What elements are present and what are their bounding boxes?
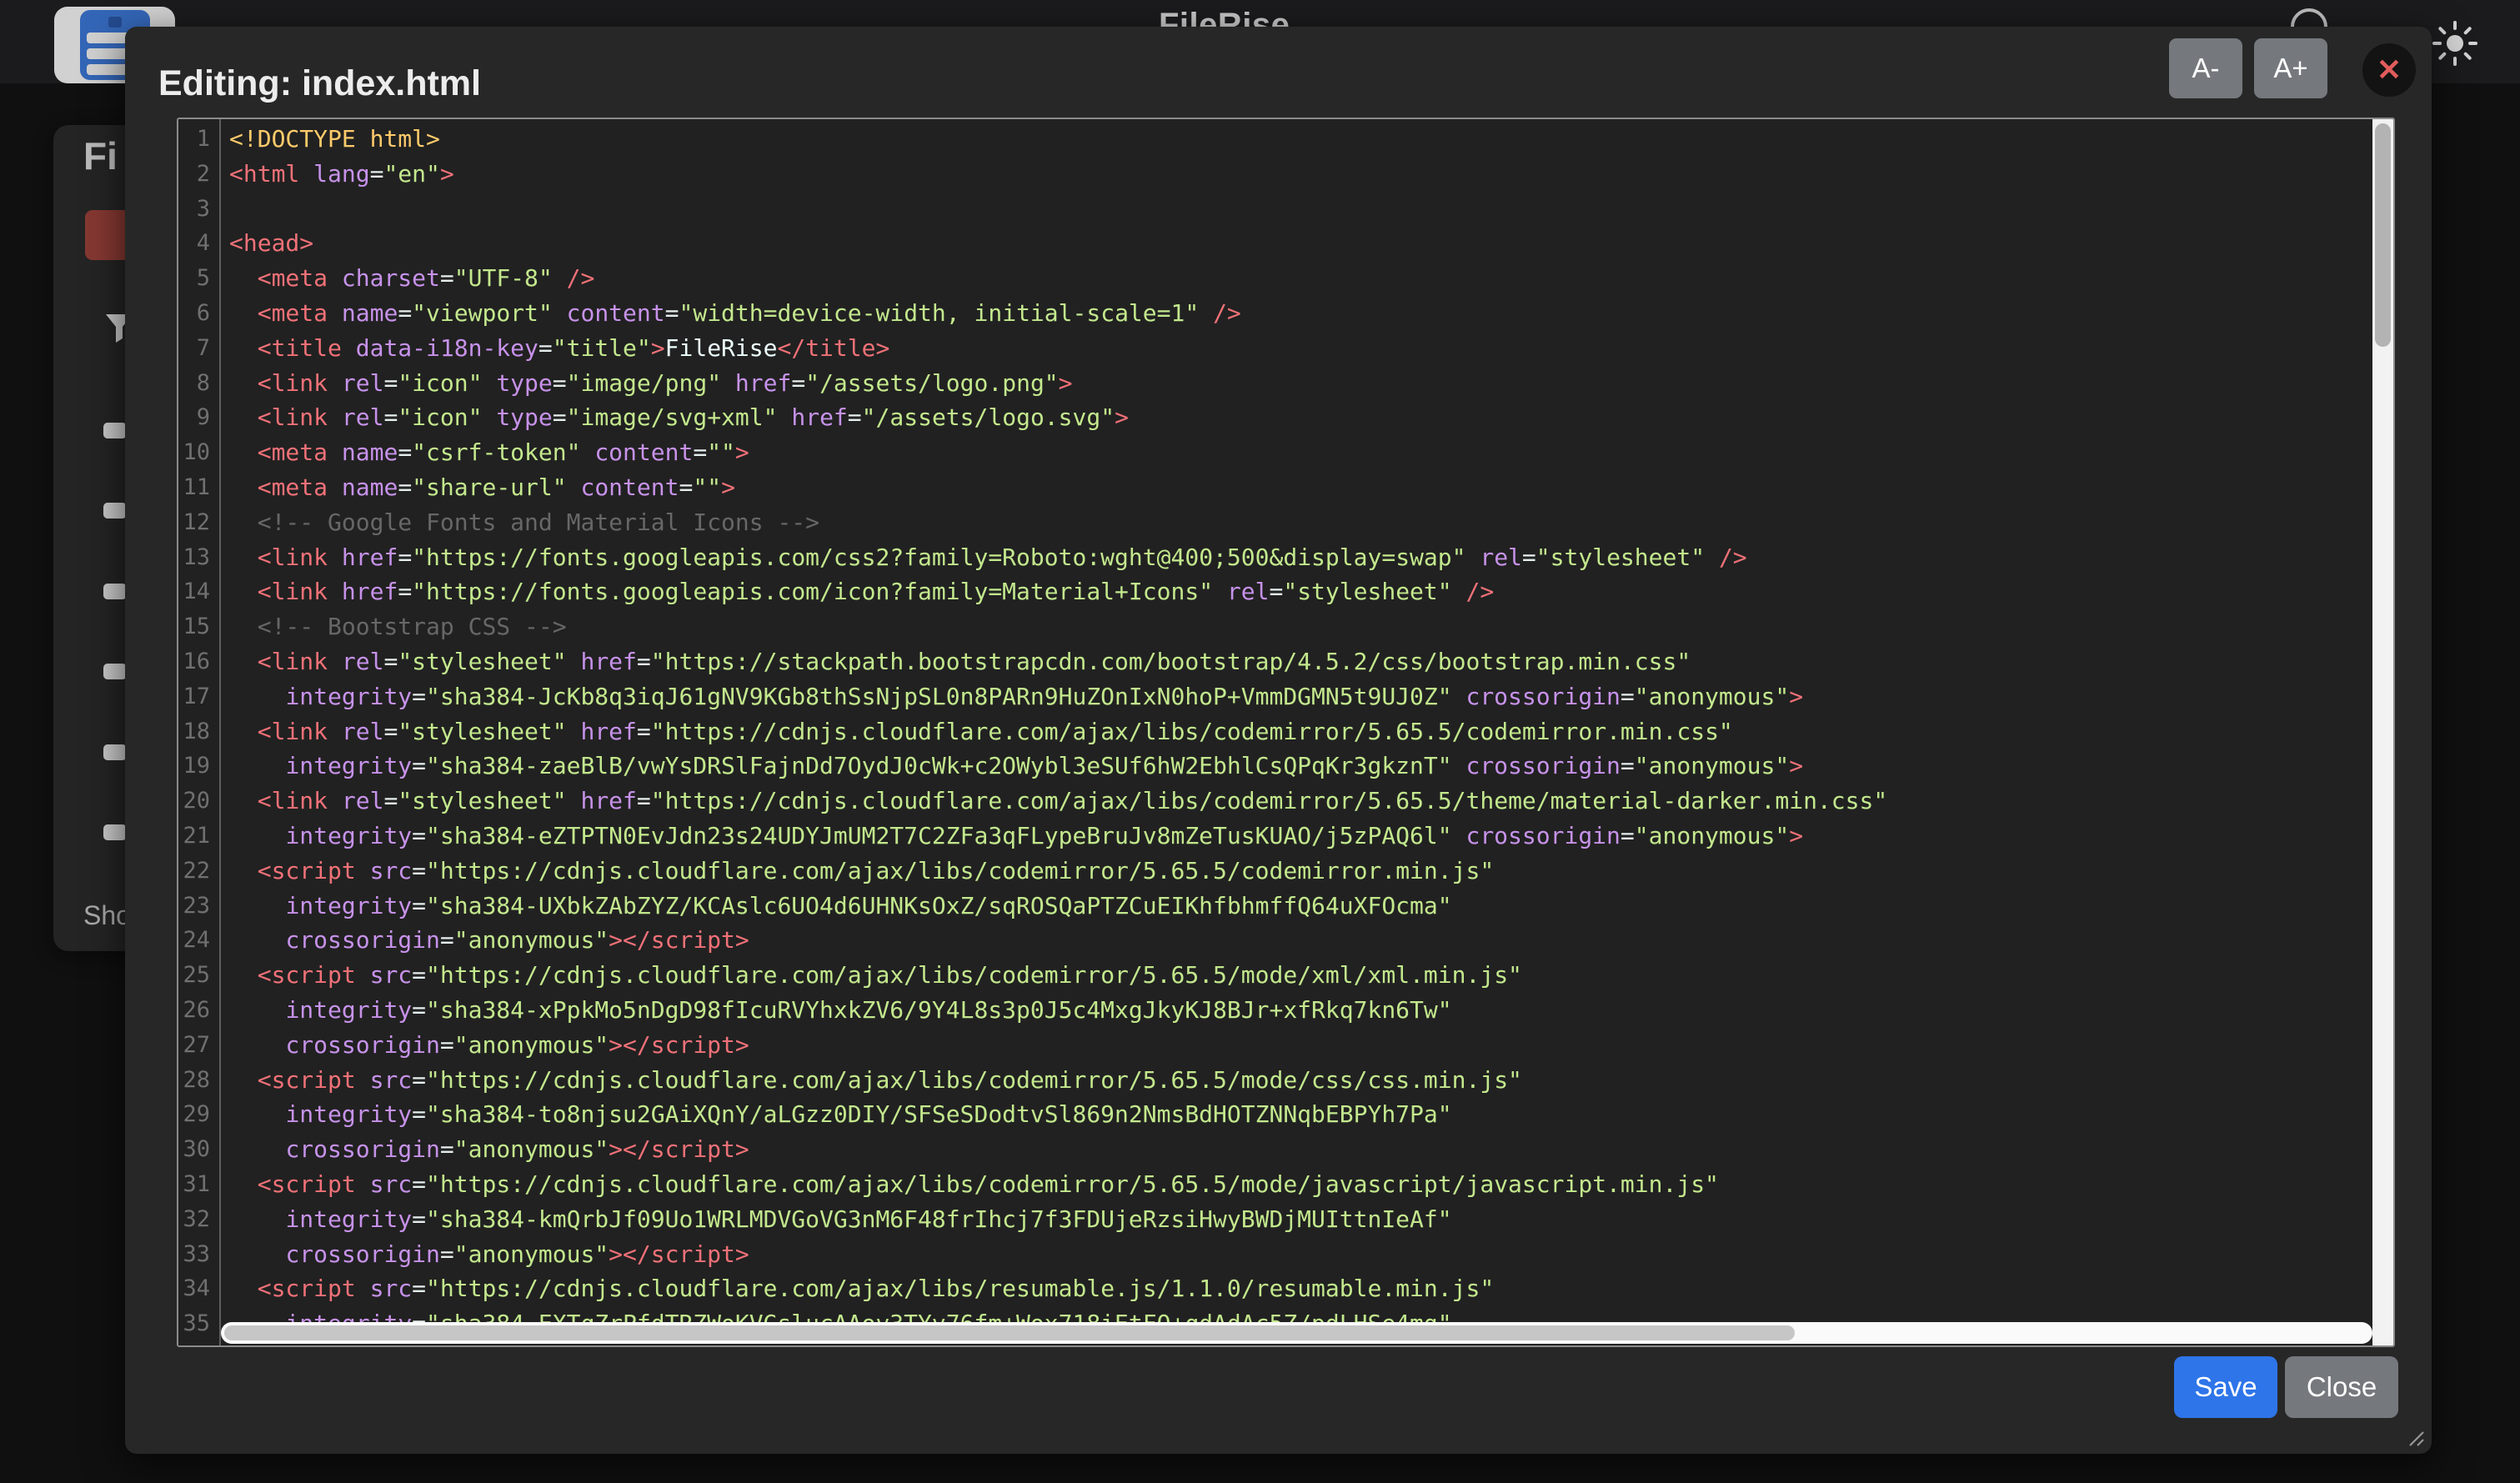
code-line[interactable]: <meta charset="UTF-8" /> <box>229 261 2372 296</box>
close-icon[interactable]: ✕ <box>2362 43 2416 97</box>
line-number: 26 <box>178 993 219 1028</box>
horizontal-scrollbar[interactable] <box>221 1322 2372 1344</box>
font-decrease-button[interactable]: A- <box>2169 38 2242 98</box>
line-number: 20 <box>178 784 219 819</box>
line-number: 19 <box>178 749 219 784</box>
code-line[interactable]: <html lang="en"> <box>229 157 2372 192</box>
close-button[interactable]: Close <box>2285 1356 2398 1418</box>
modal-title: Editing: index.html <box>158 63 481 104</box>
code-line[interactable]: <script src="https://cdnjs.cloudflare.co… <box>229 1063 2372 1098</box>
line-number: 14 <box>178 574 219 609</box>
font-increase-button[interactable]: A+ <box>2254 38 2327 98</box>
code-line[interactable]: <script src="https://cdnjs.cloudflare.co… <box>229 854 2372 889</box>
line-number: 9 <box>178 400 219 435</box>
line-number: 7 <box>178 331 219 366</box>
line-number: 18 <box>178 714 219 749</box>
line-number: 24 <box>178 923 219 958</box>
line-number: 21 <box>178 819 219 854</box>
line-number: 10 <box>178 435 219 470</box>
code-line[interactable]: <link rel="stylesheet" href="https://sta… <box>229 644 2372 679</box>
vertical-scrollbar-thumb[interactable] <box>2375 123 2391 347</box>
code-line[interactable]: <!DOCTYPE html> <box>229 122 2372 157</box>
line-number: 32 <box>178 1202 219 1237</box>
code-line[interactable]: <meta name="share-url" content=""> <box>229 470 2372 505</box>
code-line[interactable]: <meta name="viewport" content="width=dev… <box>229 296 2372 331</box>
line-number: 15 <box>178 609 219 644</box>
horizontal-scrollbar-thumb[interactable] <box>224 1325 1795 1340</box>
code-line[interactable]: <link rel="stylesheet" href="https://cdn… <box>229 784 2372 819</box>
line-number: 8 <box>178 366 219 401</box>
line-number: 4 <box>178 226 219 261</box>
code-line[interactable]: integrity="sha384-kmQrbJf09Uo1WRLMDVGoVG… <box>229 1202 2372 1237</box>
line-number: 13 <box>178 540 219 575</box>
line-number: 35 <box>178 1306 219 1341</box>
code-line[interactable]: integrity="sha384-UXbkZAbZYZ/KCAslc6UO4d… <box>229 889 2372 924</box>
code-line[interactable]: crossorigin="anonymous"></script> <box>229 1237 2372 1272</box>
code-line[interactable]: <link rel="icon" type="image/svg+xml" hr… <box>229 400 2372 435</box>
code-line[interactable]: crossorigin="anonymous"></script> <box>229 923 2372 958</box>
line-number: 27 <box>178 1028 219 1063</box>
code-line[interactable]: <meta name="csrf-token" content=""> <box>229 435 2372 470</box>
code-line[interactable]: <head> <box>229 226 2372 261</box>
code-line[interactable]: <link href="https://fonts.googleapis.com… <box>229 540 2372 575</box>
code-line[interactable]: integrity="sha384-to8njsu2GAiXQnY/aLGzz0… <box>229 1097 2372 1132</box>
code-line[interactable]: <script src="https://cdnjs.cloudflare.co… <box>229 1167 2372 1202</box>
code-line[interactable]: <script src="https://cdnjs.cloudflare.co… <box>229 958 2372 993</box>
line-number-gutter: 1234567891011121314151617181920212223242… <box>178 119 221 1345</box>
line-number: 2 <box>178 157 219 192</box>
code-line[interactable]: <link rel="stylesheet" href="https://cdn… <box>229 714 2372 749</box>
code-line[interactable]: crossorigin="anonymous"></script> <box>229 1028 2372 1063</box>
line-number: 17 <box>178 679 219 714</box>
code-line[interactable]: <link rel="icon" type="image/png" href="… <box>229 366 2372 401</box>
code-editor[interactable]: 1234567891011121314151617181920212223242… <box>177 118 2395 1347</box>
line-number: 11 <box>178 470 219 505</box>
code-line[interactable]: <!-- Bootstrap CSS --> <box>229 609 2372 644</box>
vertical-scrollbar[interactable] <box>2372 119 2393 1345</box>
code-line[interactable]: integrity="sha384-zaeBlB/vwYsDRSlFajnDd7… <box>229 749 2372 784</box>
line-number: 29 <box>178 1097 219 1132</box>
line-number: 5 <box>178 261 219 296</box>
resize-handle-icon[interactable] <box>2407 1429 2425 1447</box>
code-line[interactable]: <!-- Google Fonts and Material Icons --> <box>229 505 2372 540</box>
code-line[interactable]: integrity="sha384-xPpkMo5nDgD98fIcuRVYhx… <box>229 993 2372 1028</box>
code-line[interactable]: integrity="sha384-JcKb8q3iqJ61gNV9KGb8th… <box>229 679 2372 714</box>
line-number: 3 <box>178 192 219 227</box>
line-number: 25 <box>178 958 219 993</box>
code-area[interactable]: <!DOCTYPE html><html lang="en"> <head> <… <box>223 119 2372 1345</box>
code-line[interactable]: <link href="https://fonts.googleapis.com… <box>229 574 2372 609</box>
code-line[interactable]: crossorigin="anonymous"></script> <box>229 1132 2372 1167</box>
code-line[interactable]: <script src="https://cdnjs.cloudflare.co… <box>229 1271 2372 1306</box>
line-number: 1 <box>178 122 219 157</box>
code-line[interactable]: integrity="sha384-eZTPTN0EvJdn23s24UDYJm… <box>229 819 2372 854</box>
line-number: 31 <box>178 1167 219 1202</box>
line-number: 28 <box>178 1063 219 1098</box>
line-number: 34 <box>178 1271 219 1306</box>
code-line[interactable]: <title data-i18n-key="title">FileRise</t… <box>229 331 2372 366</box>
line-number: 23 <box>178 889 219 924</box>
edit-file-modal: Editing: index.html A- A+ ✕ 123456789101… <box>125 27 2432 1454</box>
line-number: 30 <box>178 1132 219 1167</box>
code-line[interactable] <box>229 192 2372 227</box>
line-number: 6 <box>178 296 219 331</box>
line-number: 22 <box>178 854 219 889</box>
line-number: 12 <box>178 505 219 540</box>
save-button[interactable]: Save <box>2174 1356 2277 1418</box>
line-number: 16 <box>178 644 219 679</box>
filerise-app: FileRise Fi D Sho Editing: index.html A- <box>0 0 2520 1483</box>
line-number: 33 <box>178 1237 219 1272</box>
